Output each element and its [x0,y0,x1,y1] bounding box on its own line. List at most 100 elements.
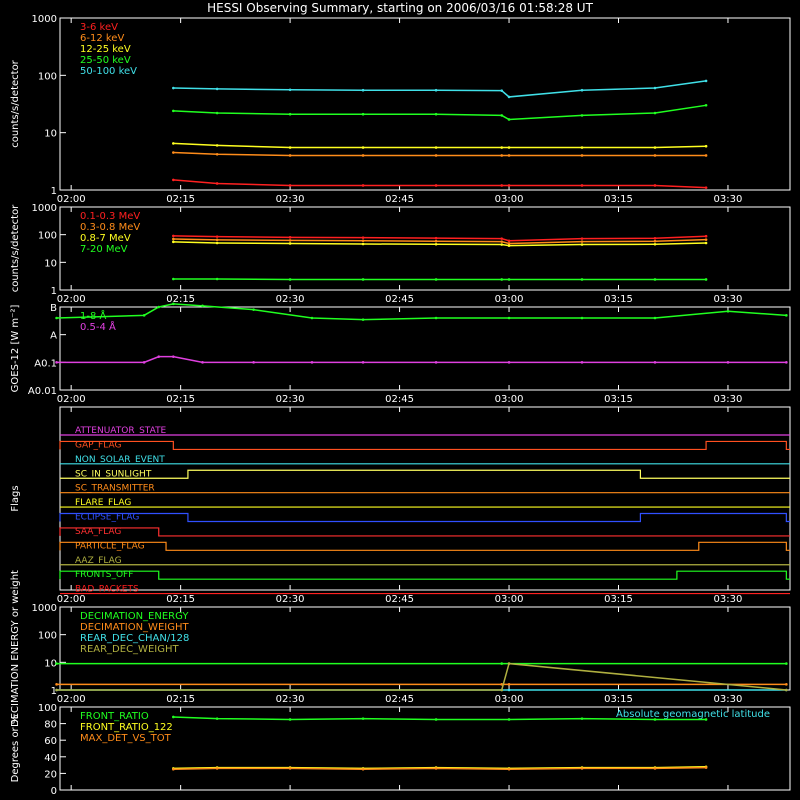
data-point [653,767,657,770]
data-point [785,662,788,665]
x-tick-label: 03:15 [604,394,633,405]
data-point [580,146,584,149]
x-tick-label: 02:00 [57,694,86,705]
data-point [653,154,657,157]
x-tick-label: 02:00 [57,294,86,305]
data-point [785,361,788,364]
data-point [704,278,708,281]
data-point [785,683,788,686]
legend-entry: FRONT_RATIO_122 [80,722,173,733]
data-point [507,767,511,771]
y-tick-label: 1000 [32,203,57,214]
x-tick-label: 03:00 [495,394,524,405]
data-point [580,237,584,240]
y-axis-label: Flags [10,485,21,511]
data-point [704,234,708,238]
x-tick-label: 03:00 [495,694,524,705]
y-tick-label: 1000 [32,14,57,25]
x-tick-label: 02:45 [385,194,414,205]
y-tick-label: 0 [51,786,57,797]
data-point [653,242,657,246]
data-point [215,277,219,281]
data-point [215,767,219,770]
y-axis-label: GOES-12 [W m⁻²] [10,305,21,393]
data-point [252,308,255,311]
data-point [201,361,204,364]
data-point [704,186,708,189]
data-point [704,104,708,107]
data-point [580,316,584,320]
data-point [704,766,708,769]
y-axis-label: counts/s/detector [10,59,21,147]
data-point [653,111,657,115]
data-point [288,236,292,239]
data-point [653,718,657,721]
data-point [55,316,58,320]
y-tick-label: 100 [38,71,57,82]
x-tick-label: 02:30 [276,694,305,705]
data-point [580,88,584,92]
x-tick-label: 02:30 [276,294,305,305]
x-tick-label: 02:30 [276,594,305,605]
x-tick-label: 02:15 [166,594,195,605]
x-tick-label: 02:30 [276,194,305,205]
data-point [434,236,438,240]
data-point [500,89,504,92]
hessi-summary-figure: HESSI Observing Summary, starting on 200… [0,0,800,800]
data-point [361,361,365,364]
data-point [580,184,584,187]
data-point [507,239,511,243]
chart-annotation: Absolute geomagnetic latitude [616,709,770,720]
y-tick-label: 100 [38,703,57,714]
x-tick-label: 02:15 [166,394,195,405]
legend-entry: 3-6 keV [80,22,118,33]
data-point [500,184,504,187]
legend-entry: 7-20 MeV [80,244,128,255]
x-tick-label: 03:00 [495,594,524,605]
y-tick-label: A0.1 [34,358,57,369]
x-tick-label: 03:30 [714,194,743,205]
y-tick-label: 60 [44,736,57,747]
legend-entry: 6-12 keV [80,33,124,44]
data-point [361,154,365,157]
data-point [580,240,584,243]
data-point [157,305,161,309]
data-point [142,361,146,364]
data-point [361,278,365,281]
data-point [500,278,504,281]
data-point [726,309,730,313]
data-point [507,278,511,281]
x-tick-label: 02:15 [166,294,195,305]
data-point [507,718,511,721]
data-point [653,184,657,187]
data-point [361,236,365,239]
data-point [215,111,219,115]
data-point [288,767,292,770]
y-axis-label: DECIMATION ENERGY or weight [10,570,21,727]
data-point [172,142,175,145]
data-point [507,662,511,665]
data-point [434,278,438,281]
data-point [580,767,584,770]
legend-entry: REAR_DEC_WEIGHT [80,644,179,655]
data-point [434,316,438,320]
y-tick-label: A0.01 [28,386,57,397]
data-point [580,243,584,246]
data-point [500,237,504,240]
data-point [172,302,175,306]
data-point [172,178,175,182]
data-point [215,717,219,720]
data-point [653,146,657,149]
y-tick-label: 80 [44,720,57,731]
data-point [310,316,314,320]
data-point [704,144,708,148]
y-tick-label: 1 [51,686,57,697]
data-point [653,239,657,243]
data-point [434,239,438,243]
data-point [653,361,657,364]
data-point [288,239,292,242]
data-point [653,278,657,281]
data-point [252,361,255,364]
y-tick-label: 1 [51,286,57,297]
data-point [434,146,438,149]
